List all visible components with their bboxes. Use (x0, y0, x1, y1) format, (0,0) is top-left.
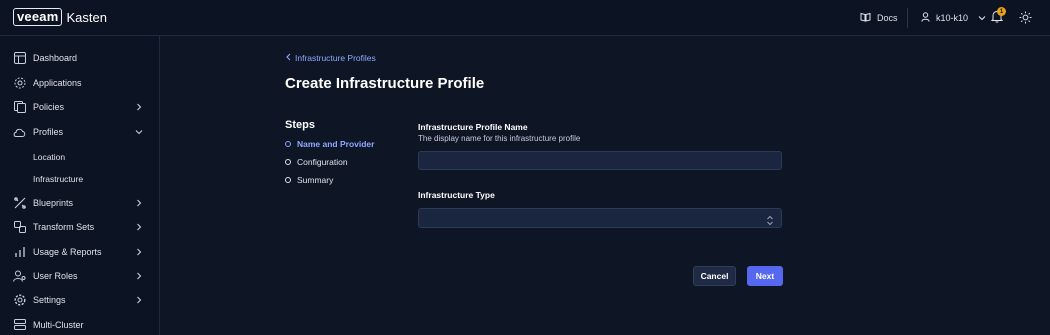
policies-icon (13, 101, 26, 114)
sidebar-subitem-location[interactable]: Location (33, 152, 65, 162)
step-configuration: Configuration (285, 157, 348, 167)
profiles-icon (13, 126, 26, 139)
page-title: Create Infrastructure Profile (285, 75, 485, 92)
step-label: Name and Provider (297, 139, 375, 149)
step-label: Summary (297, 175, 334, 185)
docs-label: Docs (877, 13, 898, 23)
sidebar-item-blueprints[interactable]: Blueprints (0, 192, 159, 214)
sidebar-item-usage-reports[interactable]: Usage & Reports (0, 241, 159, 263)
theme-toggle-button[interactable] (1019, 11, 1032, 29)
settings-icon (13, 294, 26, 307)
step-indicator (285, 159, 291, 165)
sidebar-subitem-infrastructure[interactable]: Infrastructure (33, 174, 83, 184)
sidebar-item-dashboard[interactable]: Dashboard (0, 47, 159, 69)
logo-kasten: Kasten (66, 9, 107, 25)
sidebar-item-label: Dashboard (33, 53, 78, 63)
chevron-down-icon (135, 128, 143, 136)
brand-logo[interactable]: veeam Kasten (13, 8, 107, 26)
book-icon (860, 12, 871, 24)
notification-badge: 1 (997, 7, 1006, 16)
chevron-right-icon (135, 223, 143, 231)
applications-icon (13, 77, 26, 90)
user-icon (921, 12, 930, 24)
step-indicator (285, 177, 291, 183)
sidebar-item-label: Blueprints (33, 198, 74, 208)
steps-heading: Steps (285, 119, 315, 131)
profile-name-help: The display name for this infrastructure… (418, 134, 581, 143)
sidebar-item-label: Multi-Cluster (33, 320, 84, 330)
chevron-right-icon (135, 103, 143, 111)
profile-name-input[interactable] (418, 151, 782, 170)
sidebar-item-label: Usage & Reports (33, 247, 102, 257)
chevron-left-icon (286, 53, 291, 63)
logo-veeam: veeam (13, 8, 63, 26)
sidebar-item-label: Applications (33, 78, 82, 88)
sidebar: Dashboard Applications Policies Profiles… (0, 36, 160, 335)
chevron-right-icon (135, 272, 143, 280)
sidebar-item-label: User Roles (33, 271, 78, 281)
chevron-right-icon (135, 296, 143, 304)
chevron-down-icon (978, 13, 986, 23)
step-indicator (285, 141, 291, 147)
cancel-button[interactable]: Cancel (693, 266, 736, 286)
infrastructure-type-label: Infrastructure Type (418, 190, 495, 200)
sidebar-item-policies[interactable]: Policies (0, 96, 159, 118)
dashboard-icon (13, 52, 26, 65)
chart-icon (13, 246, 26, 259)
topbar-divider (907, 8, 908, 28)
sidebar-item-label: Policies (33, 102, 65, 112)
sidebar-item-label: Transform Sets (33, 222, 95, 232)
sidebar-item-label: Profiles (33, 127, 64, 137)
docs-link[interactable]: Docs (860, 12, 898, 24)
user-label: k10-k10 (936, 13, 969, 23)
user-menu[interactable]: k10-k10 (921, 12, 986, 24)
notifications-button[interactable]: 1 (990, 7, 1006, 28)
select-updown-icon (766, 213, 774, 226)
step-summary: Summary (285, 175, 333, 185)
sidebar-item-settings[interactable]: Settings (0, 289, 159, 311)
back-link-label: Infrastructure Profiles (295, 53, 376, 63)
sidebar-item-multi-cluster[interactable]: Multi-Cluster (0, 314, 159, 335)
sun-icon (1019, 11, 1032, 28)
multi-cluster-icon (13, 319, 26, 332)
next-button[interactable]: Next (747, 266, 783, 286)
transform-icon (13, 221, 26, 234)
chevron-right-icon (135, 248, 143, 256)
back-link-infrastructure-profiles[interactable]: Infrastructure Profiles (286, 53, 376, 63)
sidebar-item-profiles[interactable]: Profiles (0, 121, 159, 143)
chevron-right-icon (135, 199, 143, 207)
blueprints-icon (13, 197, 26, 210)
user-roles-icon (13, 270, 26, 283)
sidebar-item-transform-sets[interactable]: Transform Sets (0, 216, 159, 238)
sidebar-item-user-roles[interactable]: User Roles (0, 265, 159, 287)
sidebar-item-label: Settings (33, 295, 66, 305)
infrastructure-type-select[interactable] (418, 208, 782, 228)
step-name-and-provider: Name and Provider (285, 139, 374, 149)
sidebar-item-applications[interactable]: Applications (0, 72, 159, 94)
top-bar: veeam Kasten Docs k10-k10 1 (0, 0, 1050, 36)
step-label: Configuration (297, 157, 348, 167)
profile-name-label: Infrastructure Profile Name (418, 122, 528, 132)
